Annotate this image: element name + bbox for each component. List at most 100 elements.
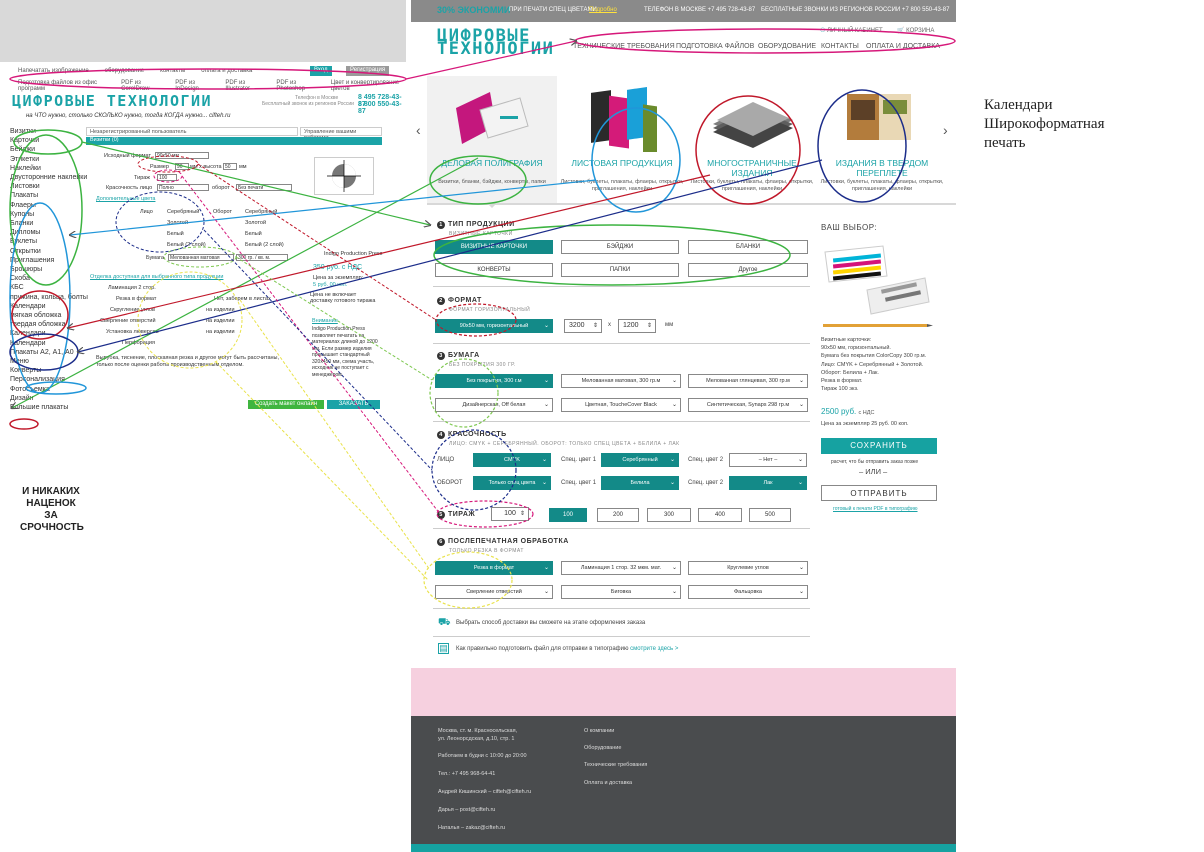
old-sidebar-item[interactable]: Меню xyxy=(10,357,90,366)
old-login-tab[interactable]: Вход xyxy=(310,66,332,76)
paper-select[interactable]: Без покрытия, 300 г.м ⌄ xyxy=(435,374,553,388)
old-width-input[interactable]: 90 xyxy=(175,163,189,170)
paper-select[interactable]: Дизайнерская, Off белая ⌄ xyxy=(435,398,553,412)
old-finish[interactable]: Скругление углов xyxy=(110,307,155,313)
type-option[interactable]: БЛАНКИ xyxy=(688,240,808,254)
type-option[interactable]: БЭЙДЖИ xyxy=(561,240,679,254)
old-sidebar-item[interactable]: КБС xyxy=(10,283,90,292)
slide-sheet[interactable]: ЛИСТОВАЯ ПРОДУКЦИЯ Листовки, буклеты, пл… xyxy=(557,78,687,206)
stepper-icon[interactable]: ⇕ xyxy=(647,320,652,332)
old-c1b[interactable]: Серебряный xyxy=(245,209,277,215)
run-option[interactable]: 300 xyxy=(647,508,691,522)
old-nav-item[interactable]: оборудование xyxy=(105,68,144,74)
old-nav-item[interactable]: контакты xyxy=(160,68,185,74)
finish-select[interactable]: Ламинация 1 стор. 32 мкм. мат. ⌄ xyxy=(561,561,681,575)
carousel-prev-icon[interactable]: ‹ xyxy=(416,122,421,138)
finish-select[interactable]: Резка в формат ⌄ xyxy=(435,561,553,575)
old-finish[interactable]: Установка люверсов xyxy=(106,329,159,335)
old-sidebar-item[interactable]: Календари xyxy=(10,302,90,311)
face-spec2-select[interactable]: – Нет – ⌄ xyxy=(729,453,807,467)
old-sidebar-item[interactable]: Календари xyxy=(10,339,90,348)
width-input[interactable]: 3200 ⇕ xyxy=(564,319,602,333)
old-extra-colors-link[interactable]: Дополнительные цвета xyxy=(96,196,155,202)
old-sidebar-item[interactable]: Конверты xyxy=(10,366,90,375)
nav-item[interactable]: ОБОРУДОВАНИЕ xyxy=(758,43,816,50)
old-sidebar-item[interactable]: Визитки xyxy=(10,127,90,136)
old-sidebar-item[interactable]: Персонализация xyxy=(10,375,90,384)
old-format-select[interactable]: 90x50 мм xyxy=(155,152,209,159)
face-color-select[interactable]: CMYK ⌄ xyxy=(473,453,551,467)
footer-link[interactable]: Оплата и доставка xyxy=(584,780,632,786)
old-create-button[interactable]: Создать макет онлайн xyxy=(248,400,324,409)
back-spec2-select[interactable]: Лак ⌄ xyxy=(729,476,807,490)
old-oborot-select[interactable]: Без печати xyxy=(236,184,292,191)
save-button[interactable]: СОХРАНИТЬ xyxy=(821,438,937,454)
old-nav-item[interactable]: Напечатать изображение xyxy=(18,68,89,74)
old-subnav-item[interactable]: Цвет и конвертирование цветов xyxy=(331,80,406,92)
nav-item[interactable]: ПОДГОТОВКА ФАЙЛОВ xyxy=(676,43,754,50)
stepper-icon[interactable]: ⇕ xyxy=(593,320,598,332)
slide-hardcover[interactable]: ИЗДАНИЯ В ТВЕРДОМ ПЕРЕПЛЕТЕ Листовки, бу… xyxy=(817,78,947,206)
promo-link[interactable]: Подробно xyxy=(589,7,617,13)
back-spec1-select[interactable]: Белила ⌄ xyxy=(601,476,679,490)
old-nav-item[interactable]: оплата и доставка xyxy=(201,68,252,74)
nav-item[interactable]: ОПЛАТА И ДОСТАВКА xyxy=(866,43,940,50)
run-option[interactable]: 200 xyxy=(597,508,639,522)
format-select[interactable]: 90х50 мм, горизонтальный ⌄ xyxy=(435,319,553,333)
paper-select[interactable]: Мелованная глянцевая, 300 гр.м ⌄ xyxy=(688,374,808,388)
old-subnav-item[interactable]: PDF из InDesign xyxy=(175,80,213,92)
old-c2[interactable]: Золотой xyxy=(167,220,188,226)
old-sidebar-item[interactable]: Бланки xyxy=(10,219,90,228)
old-finish[interactable]: Сверление отверстий xyxy=(100,318,156,324)
type-option[interactable]: Другое xyxy=(688,263,808,277)
old-subnav-item[interactable]: Подготовка файлов из офис программ xyxy=(18,80,109,92)
old-c1[interactable]: Серебряный xyxy=(167,209,199,215)
slide-business[interactable]: ДЕЛОВАЯ ПОЛИГРАФИЯ Визитки, бланки, бэйд… xyxy=(427,78,557,206)
old-sidebar-item[interactable]: Карточки xyxy=(10,136,90,145)
finish-select[interactable]: Фальцовка ⌄ xyxy=(688,585,808,599)
send-button[interactable]: ОТПРАВИТЬ xyxy=(821,485,937,501)
face-spec1-select[interactable]: Серебрянный ⌄ xyxy=(601,453,679,467)
paper-select[interactable]: Цветная, ToucheCover Black ⌄ xyxy=(561,398,681,412)
site-logo[interactable]: ЦИФРОВЫЕ ТЕХНОЛОГИИ xyxy=(437,28,554,58)
old-sidebar-item[interactable]: Листовки xyxy=(10,182,90,191)
old-finish[interactable]: Резка в формат xyxy=(116,296,156,302)
type-option[interactable]: КОНВЕРТЫ xyxy=(435,263,553,277)
old-sidebar-item[interactable]: пружина, кольца, болты xyxy=(10,293,90,302)
nav-item[interactable]: КОНТАКТЫ xyxy=(821,43,859,50)
old-sidebar-item[interactable]: Плакаты А2, А1, А0 xyxy=(10,348,90,357)
stepper-icon[interactable]: ⇕ xyxy=(520,508,525,520)
footer-link[interactable]: О компании xyxy=(584,728,614,734)
old-manage-bar[interactable]: Управление вашими работами xyxy=(300,127,382,141)
back-color-select[interactable]: Только спец цвета ⌄ xyxy=(473,476,551,490)
old-sidebar-item[interactable]: Брошюры xyxy=(10,265,90,274)
cart-link[interactable]: 🛒 КОРЗИНА xyxy=(897,27,934,34)
old-sidebar-item[interactable]: Этикетки xyxy=(10,155,90,164)
old-sidebar-item[interactable]: Наклейки xyxy=(10,164,90,173)
old-sidebar-item[interactable]: Приглашения xyxy=(10,256,90,265)
finish-select[interactable]: Сверление отверстий ⌄ xyxy=(435,585,553,599)
footer-link[interactable]: Технические требования xyxy=(584,762,647,768)
run-input[interactable]: 100 ⇕ xyxy=(491,507,529,521)
account-link[interactable]: ⚇ ЛИЧНЫЙ КАБИНЕТ xyxy=(820,27,883,34)
prepare-link[interactable]: смотрите здесь > xyxy=(630,646,678,652)
type-option[interactable]: ПАПКИ xyxy=(561,263,679,277)
old-c4[interactable]: Белый (2 слой) xyxy=(167,242,206,248)
height-input[interactable]: 1200 ⇕ xyxy=(618,319,656,333)
old-order-button[interactable]: ЗАКАЗАТЬ xyxy=(327,400,380,409)
run-option[interactable]: 500 xyxy=(749,508,791,522)
type-option[interactable]: ВИЗИТНЫЕ КАРТОЧКИ xyxy=(435,240,553,254)
old-color-select[interactable]: Полно xyxy=(157,184,209,191)
nav-item[interactable]: ТЕХНИЧЕСКИЕ ТРЕБОВАНИЯ xyxy=(573,43,675,50)
send-note[interactable]: готовый к печати PDF в типографию xyxy=(833,505,918,513)
old-subnav-item[interactable]: PDF из Photoshop xyxy=(276,80,318,92)
old-c4b[interactable]: Белый (2 слой) xyxy=(245,242,284,248)
old-finish[interactable]: Ламинация 2 стор. xyxy=(108,285,156,291)
old-sidebar-item[interactable]: Дипломы xyxy=(10,228,90,237)
old-sidebar-item[interactable]: Купоны xyxy=(10,210,90,219)
old-not-on-item[interactable]: Нет, заберем в листах xyxy=(214,296,271,302)
old-paper-select[interactable]: Мелованная матовая xyxy=(168,254,234,261)
old-sidebar-item[interactable]: Дизайн xyxy=(10,394,90,403)
old-c3[interactable]: Белый xyxy=(167,231,184,237)
slide-multipage[interactable]: МНОГОСТРАНИЧНЫЕ ИЗДАНИЯ Листовки, буклет… xyxy=(687,78,817,206)
